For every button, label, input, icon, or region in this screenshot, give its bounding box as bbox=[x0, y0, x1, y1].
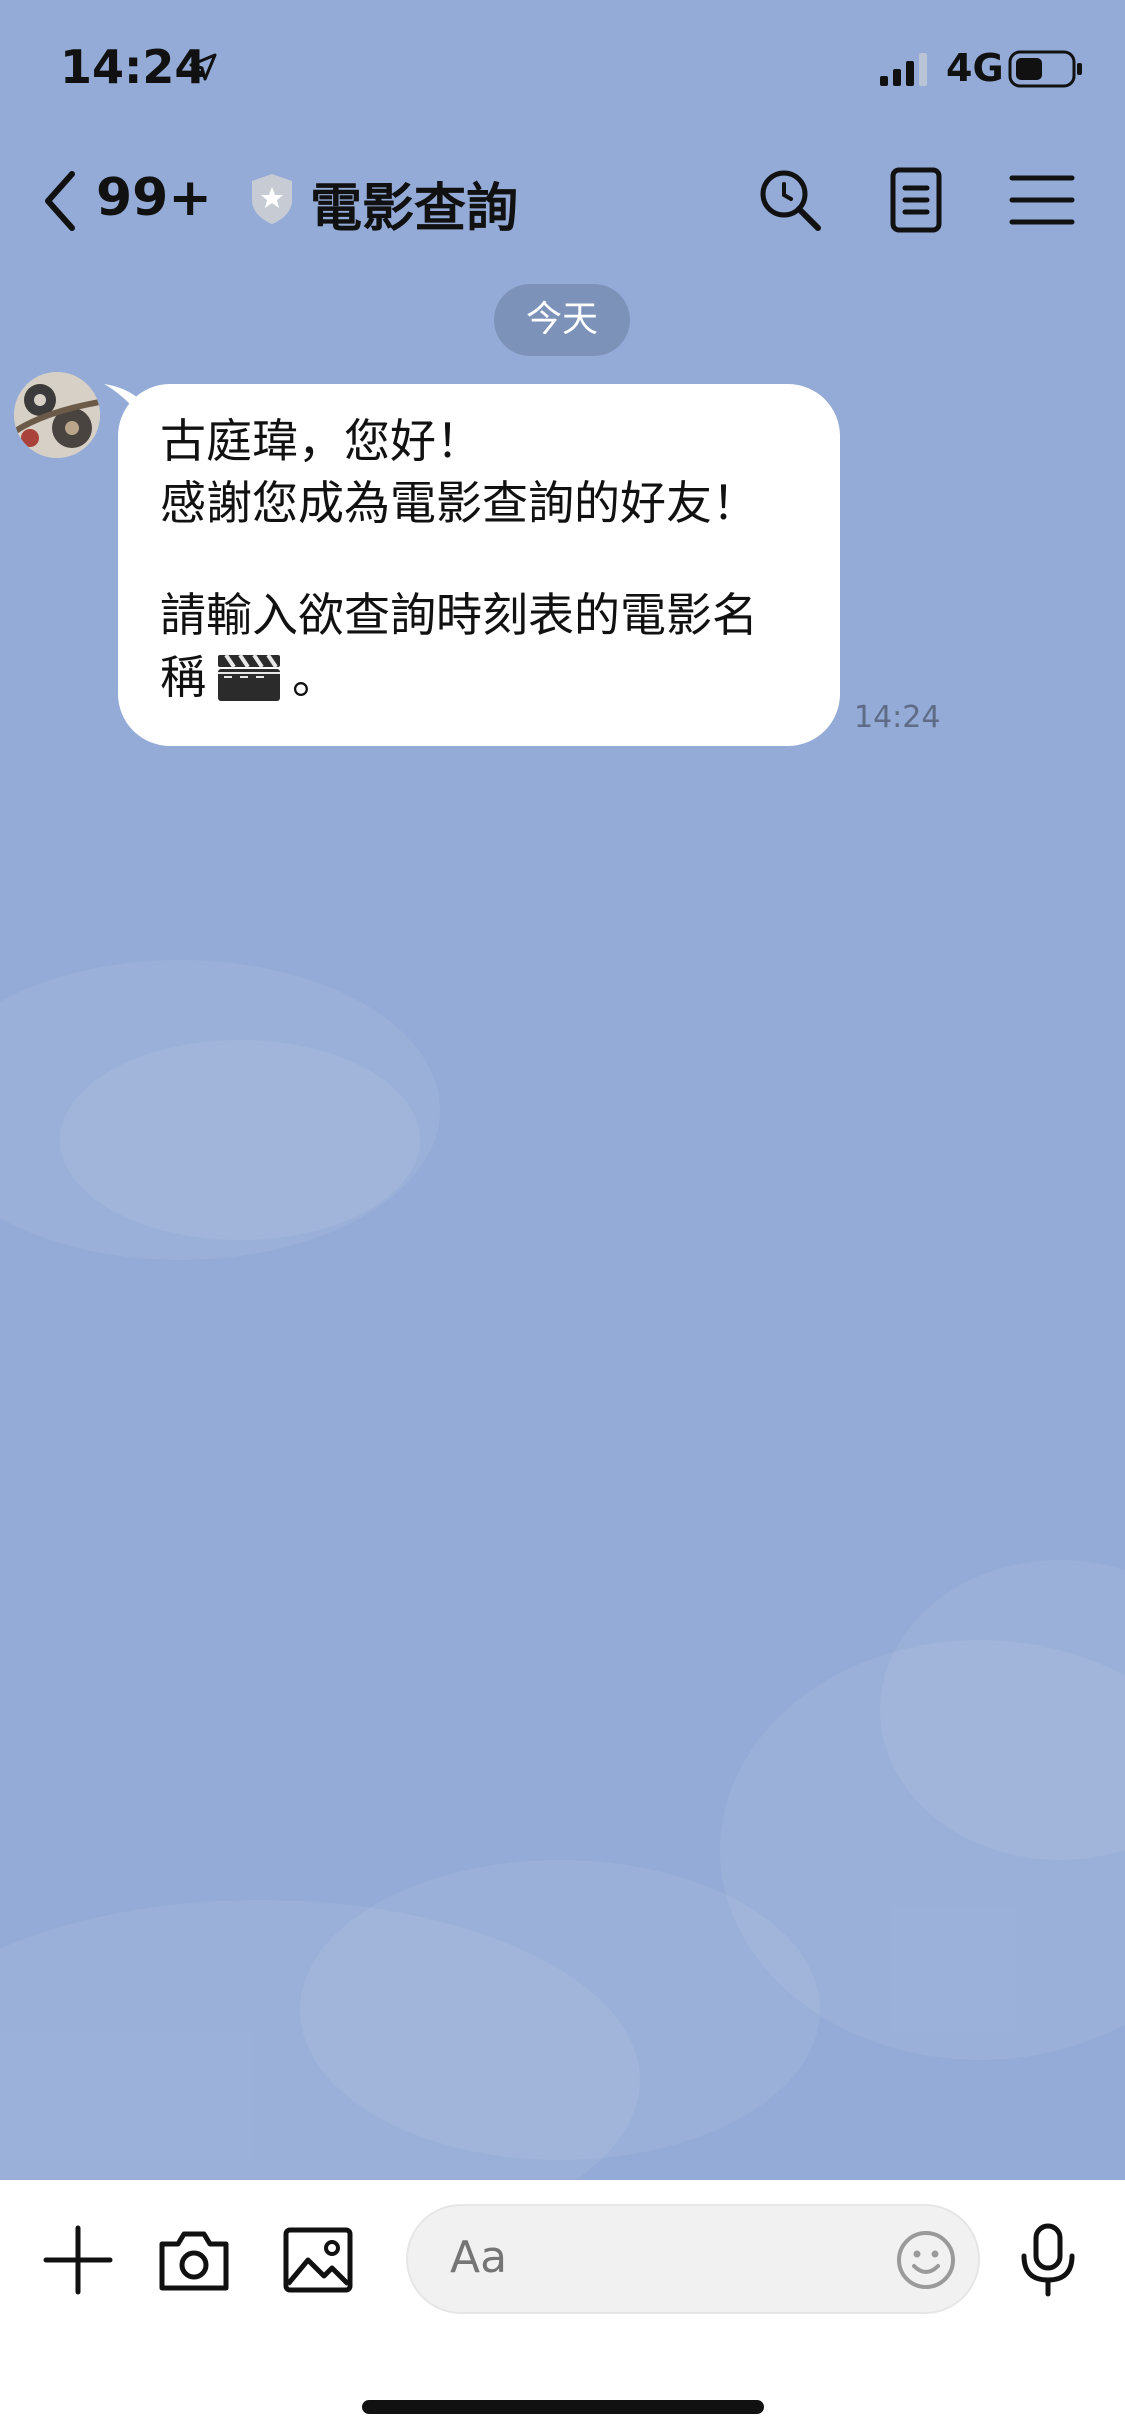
message-line: 古庭瑋，您好！ bbox=[160, 414, 482, 468]
home-indicator bbox=[362, 2400, 764, 2414]
status-bar: 14:24 4G bbox=[0, 0, 1125, 140]
message-input[interactable] bbox=[450, 2232, 830, 2283]
message-line-last: 稱 。 bbox=[160, 646, 806, 708]
clapper-board-icon bbox=[218, 653, 280, 701]
signal-icon bbox=[880, 53, 927, 86]
chat-title: 電影查詢 bbox=[310, 179, 519, 239]
message-input-field[interactable] bbox=[406, 2204, 980, 2314]
camera-icon[interactable] bbox=[156, 2222, 232, 2298]
line-chat-screen: 14:24 4G 99+ 電影查詢 今天 古庭瑋，您好！ 感謝您成為電影查詢的好… bbox=[0, 0, 1125, 2436]
menu-icon[interactable] bbox=[1006, 164, 1078, 236]
unread-count[interactable]: 99+ bbox=[96, 168, 212, 228]
search-icon[interactable] bbox=[754, 164, 826, 236]
message-input-bar bbox=[0, 2180, 1125, 2436]
plus-icon[interactable] bbox=[40, 2222, 116, 2298]
film-reel-avatar-image bbox=[14, 372, 100, 458]
background-cloud bbox=[300, 1860, 820, 2160]
message-bubble[interactable]: 古庭瑋，您好！ 感謝您成為電影查詢的好友！ 請輸入欲查詢時刻表的電影名 稱 。 bbox=[118, 384, 840, 746]
image-icon[interactable] bbox=[280, 2222, 356, 2298]
message-timestamp: 14:24 bbox=[854, 700, 941, 735]
network-type: 4G bbox=[946, 46, 1004, 90]
notes-icon[interactable] bbox=[880, 164, 952, 236]
message-text: 稱 bbox=[160, 650, 206, 704]
location-arrow-icon bbox=[189, 53, 217, 81]
shield-badge-icon bbox=[252, 174, 292, 224]
battery-icon bbox=[1008, 50, 1082, 88]
message-line: 感謝您成為電影查詢的好友！ bbox=[160, 476, 758, 530]
background-cloud bbox=[60, 1040, 420, 1240]
back-chevron-icon[interactable] bbox=[40, 170, 80, 232]
date-separator: 今天 bbox=[494, 284, 630, 356]
chat-header: 99+ 電影查詢 bbox=[0, 140, 1125, 260]
status-time: 14:24 bbox=[60, 40, 207, 94]
message-line: 請輸入欲查詢時刻表的電影名 bbox=[160, 588, 758, 642]
microphone-icon[interactable] bbox=[1010, 2222, 1086, 2298]
message-text-period: 。 bbox=[292, 650, 338, 704]
emoji-icon[interactable] bbox=[894, 2228, 958, 2292]
avatar[interactable] bbox=[14, 372, 100, 458]
